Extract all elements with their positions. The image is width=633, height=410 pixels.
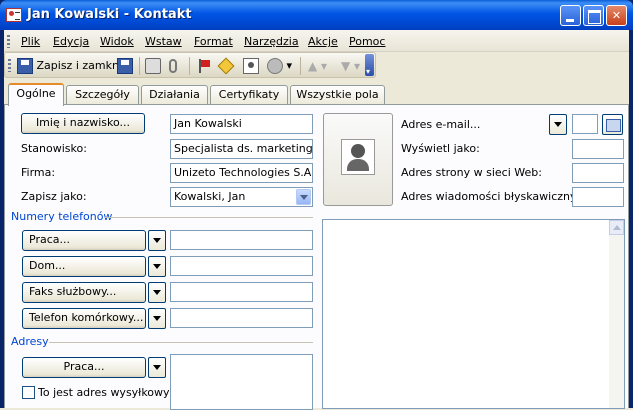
floppy-icon: [117, 58, 133, 74]
chevron-down-icon[interactable]: [296, 189, 311, 205]
full-name-button[interactable]: Imię i nazwisko...: [21, 113, 145, 134]
scroll-up-arrow-icon[interactable]: [609, 220, 624, 235]
file-as-value: Kowalski, Jan: [174, 190, 246, 203]
phone-business-fax-button[interactable]: Faks służbowy...: [22, 282, 146, 303]
toolbar-separator: [300, 57, 301, 75]
file-as-label: Zapisz jako:: [21, 190, 87, 203]
contacts-icon: [267, 58, 283, 74]
company-field[interactable]: Unizeto Technologies S.A.: [170, 163, 313, 183]
title-bar[interactable]: Jan Kowalski - Kontakt ✕: [0, 0, 633, 30]
standard-toolbar: Zapisz i zamknij ▾ ▲ ▾ ▼ ▾: [4, 52, 376, 78]
im-address-label: Adres wiadomości błyskawicznych:: [401, 190, 594, 203]
display-as-label: Wyświetl jako:: [401, 142, 480, 155]
section-divider: [105, 217, 313, 218]
phone-business-field[interactable]: [170, 230, 313, 250]
webpage-field[interactable]: [572, 163, 624, 183]
menu-widok[interactable]: Widok: [100, 35, 134, 48]
address-type-dropdown[interactable]: [148, 357, 166, 378]
contact-window: Jan Kowalski - Kontakt ✕ Plik Edycja Wid…: [0, 0, 633, 410]
email-dropdown[interactable]: [549, 114, 567, 135]
address-field[interactable]: [170, 354, 313, 410]
menu-plik[interactable]: Plik: [21, 35, 40, 48]
contact-icon: [243, 58, 259, 74]
tab-all-fields[interactable]: Wszystkie pola: [290, 85, 385, 105]
phone-home-dropdown[interactable]: [148, 256, 166, 277]
client-area: Plik Edycja Widok Wstaw Format Narzędzia…: [4, 30, 629, 410]
maximize-button[interactable]: [583, 5, 604, 26]
toolbar-options-chevron[interactable]: [365, 54, 374, 76]
print-button[interactable]: [145, 57, 161, 75]
contact-card-button[interactable]: [243, 57, 259, 75]
phone-business-dropdown[interactable]: [148, 230, 166, 251]
email-label: Adres e-mail...: [401, 118, 481, 131]
category-icon: [217, 57, 235, 75]
contact-photo-button[interactable]: [323, 113, 393, 206]
toolbar-separator: [139, 57, 140, 75]
company-label: Firma:: [21, 166, 56, 179]
address-book-button[interactable]: [602, 114, 623, 135]
phone-mobile-field[interactable]: [170, 308, 313, 328]
job-title-label: Stanowisko:: [21, 142, 87, 155]
contact-card-icon[interactable]: [6, 8, 22, 22]
menu-akcje[interactable]: Akcje: [308, 35, 338, 48]
actions-button[interactable]: ▾: [267, 57, 292, 75]
tab-activities[interactable]: Działania: [141, 85, 208, 105]
attach-button[interactable]: [169, 57, 177, 75]
save-button[interactable]: [117, 57, 133, 75]
webpage-label: Adres strony w sieci Web:: [401, 166, 542, 179]
phone-mobile-button[interactable]: Telefon komórkowy...: [22, 308, 146, 329]
save-close-label: Zapisz i zamknij: [36, 59, 126, 72]
printer-icon: [145, 58, 161, 74]
save-close-button[interactable]: Zapisz i zamknij: [17, 57, 125, 75]
job-title-field[interactable]: Specjalista ds. marketingu: [170, 139, 313, 159]
toolbar-separator: [189, 57, 190, 75]
next-item-button[interactable]: ▼ ▾: [341, 57, 360, 75]
close-button[interactable]: ✕: [606, 5, 627, 26]
full-name-field[interactable]: Jan Kowalski: [170, 114, 313, 134]
menu-edycja[interactable]: Edycja: [53, 35, 89, 48]
menu-bar: Plik Edycja Widok Wstaw Format Narzędzia…: [4, 30, 629, 52]
window-title: Jan Kowalski - Kontakt: [27, 7, 192, 22]
general-tab-panel: Imię i nazwisko... Jan Kowalski Stanowis…: [4, 104, 629, 410]
display-as-field[interactable]: [572, 139, 624, 159]
mailing-address-label: To jest adres wysyłkowy: [38, 386, 170, 399]
menu-grip[interactable]: [7, 35, 10, 48]
phone-mobile-dropdown[interactable]: [148, 308, 166, 329]
contact-photo-icon: [341, 139, 375, 175]
save-icon: [17, 58, 33, 74]
phone-business-button[interactable]: Praca...: [22, 230, 146, 251]
menu-narzedzia[interactable]: Narzędzia: [244, 35, 299, 48]
tab-details[interactable]: Szczegóły: [66, 85, 139, 105]
tab-general[interactable]: Ogólne: [8, 83, 64, 106]
file-as-select[interactable]: Kowalski, Jan: [170, 187, 313, 207]
previous-item-button[interactable]: ▲ ▾: [308, 57, 327, 75]
toolbar-grip[interactable]: [8, 59, 11, 72]
phones-section-title: Numery telefonów: [11, 210, 113, 223]
im-address-field[interactable]: [572, 187, 624, 207]
menu-pomoc[interactable]: Pomoc: [349, 35, 385, 48]
address-type-button[interactable]: Praca...: [22, 357, 146, 378]
mailing-address-checkbox[interactable]: [22, 386, 35, 399]
phone-home-field[interactable]: [170, 256, 313, 276]
minimize-button[interactable]: [560, 5, 581, 26]
menu-wstaw[interactable]: Wstaw: [145, 35, 182, 48]
addresses-section-title: Adresy: [11, 335, 49, 348]
follow-up-button[interactable]: [196, 57, 212, 75]
phone-business-fax-dropdown[interactable]: [148, 282, 166, 303]
phone-business-fax-field[interactable]: [170, 282, 313, 302]
phone-home-button[interactable]: Dom...: [22, 256, 146, 277]
notes-textarea[interactable]: [322, 219, 625, 409]
flag-icon: [196, 58, 212, 74]
section-divider: [49, 342, 313, 343]
notes-scrollbar[interactable]: [609, 220, 624, 408]
menu-format[interactable]: Format: [194, 35, 233, 48]
categories-button[interactable]: [217, 57, 235, 75]
email-field[interactable]: [572, 114, 598, 134]
tab-strip: Ogólne Szczegóły Działania Certyfikaty W…: [4, 83, 629, 106]
tab-certificates[interactable]: Certyfikaty: [210, 85, 288, 105]
paperclip-icon: [169, 59, 177, 73]
